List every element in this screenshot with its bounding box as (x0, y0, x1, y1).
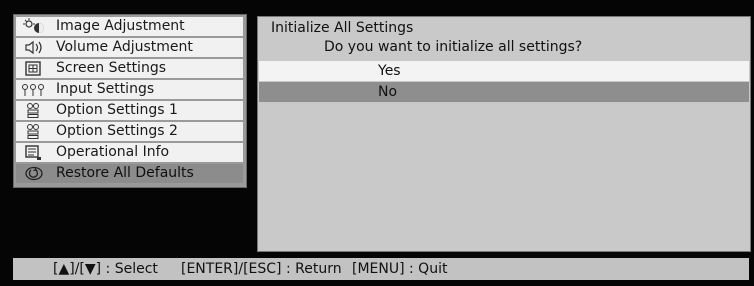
menu-item-volume-adjustment[interactable]: Volume Adjustment (16, 38, 243, 57)
projector-screen: Image Adjustment Volume Adjustment Scree… (0, 0, 754, 286)
menu-item-restore-all-defaults[interactable]: Restore All Defaults (16, 164, 243, 183)
info-icon (25, 145, 41, 160)
menu-item-label: Option Settings 1 (56, 102, 178, 118)
input-icon (22, 84, 44, 96)
restore-icon (25, 166, 43, 181)
menu-item-label: Operational Info (56, 144, 170, 160)
menu-item-label: Image Adjustment (56, 18, 185, 34)
initialize-dialog: Initialize All Settings Do you want to i… (257, 16, 751, 252)
menu-item-screen-settings[interactable]: Screen Settings (16, 59, 243, 78)
option-yes[interactable]: Yes (259, 61, 749, 81)
option-label: No (378, 84, 398, 100)
menu-item-label: Input Settings (56, 81, 155, 97)
option-icon (27, 124, 39, 139)
hint-select: [▲]/[▼] : Select (53, 261, 158, 277)
menu-item-option-settings-2[interactable]: Option Settings 2 (16, 122, 243, 141)
menu-item-label: Restore All Defaults (56, 165, 194, 181)
hint-quit: [MENU] : Quit (352, 261, 448, 277)
menu-item-operational-info[interactable]: Operational Info (16, 143, 243, 162)
option-label: Yes (378, 63, 401, 79)
option-icon (27, 103, 39, 118)
main-menu: Image Adjustment Volume Adjustment Scree… (13, 14, 247, 188)
hint-return: [ENTER]/[ESC] : Return (181, 261, 342, 277)
dialog-title: Initialize All Settings (271, 20, 414, 36)
image-adjustment-icon (23, 18, 44, 33)
menu-item-input-settings[interactable]: Input Settings (16, 80, 243, 99)
speaker-icon (25, 40, 42, 55)
dialog-question: Do you want to initialize all settings? (324, 39, 583, 55)
screen-icon (25, 61, 41, 76)
menu-item-image-adjustment[interactable]: Image Adjustment (16, 17, 243, 36)
menu-item-label: Screen Settings (56, 60, 167, 76)
option-no[interactable]: No (259, 82, 749, 102)
menu-item-option-settings-1[interactable]: Option Settings 1 (16, 101, 243, 120)
menu-item-label: Volume Adjustment (56, 39, 193, 55)
menu-item-label: Option Settings 2 (56, 123, 178, 139)
footer-hints: [▲]/[▼] : Select [ENTER]/[ESC] : Return … (13, 258, 749, 280)
